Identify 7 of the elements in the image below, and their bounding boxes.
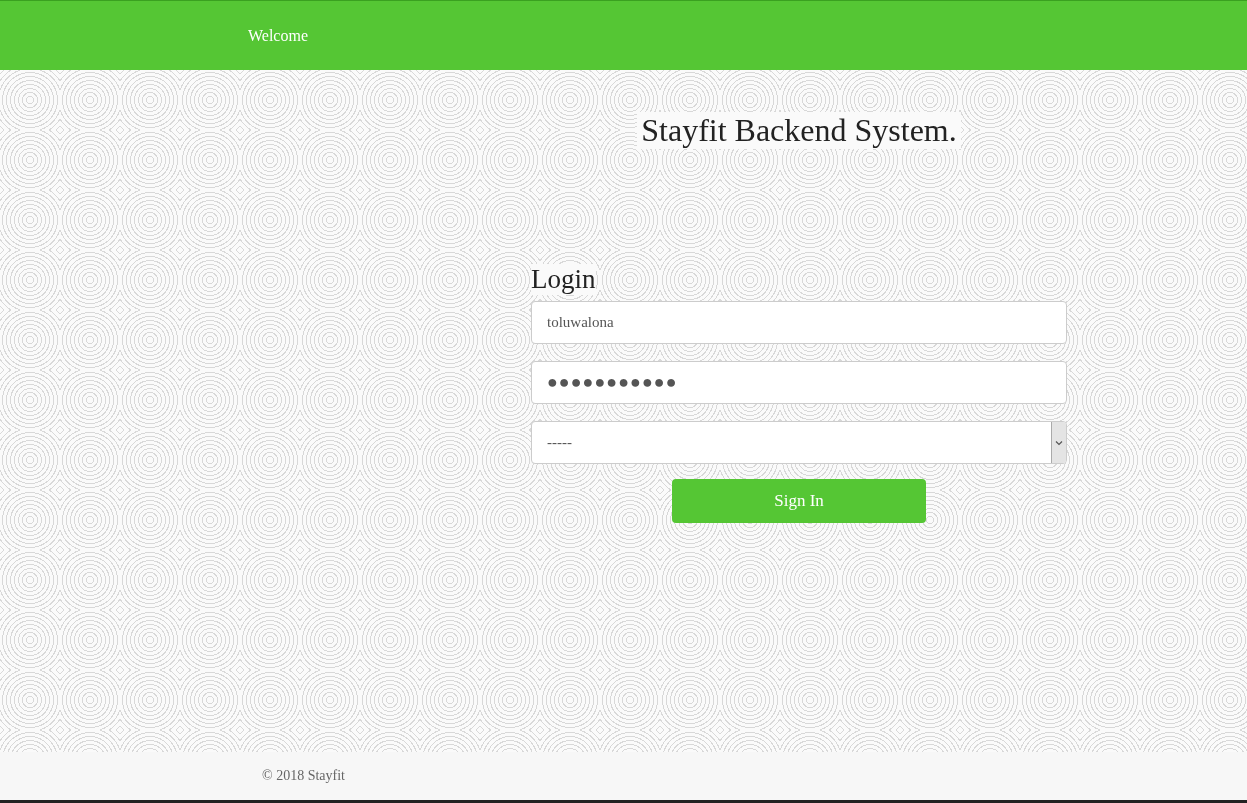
page-heading: Stayfit Backend System. xyxy=(637,112,961,149)
login-title: Login xyxy=(531,264,596,295)
password-field[interactable]: ●●●●●●●●●●● xyxy=(531,361,1067,404)
copyright-text: © 2018 Stayfit xyxy=(262,768,345,784)
username-field[interactable]: toluwalona xyxy=(531,301,1067,344)
role-select[interactable]: ----- xyxy=(531,421,1067,464)
caret-icon xyxy=(1055,439,1063,446)
